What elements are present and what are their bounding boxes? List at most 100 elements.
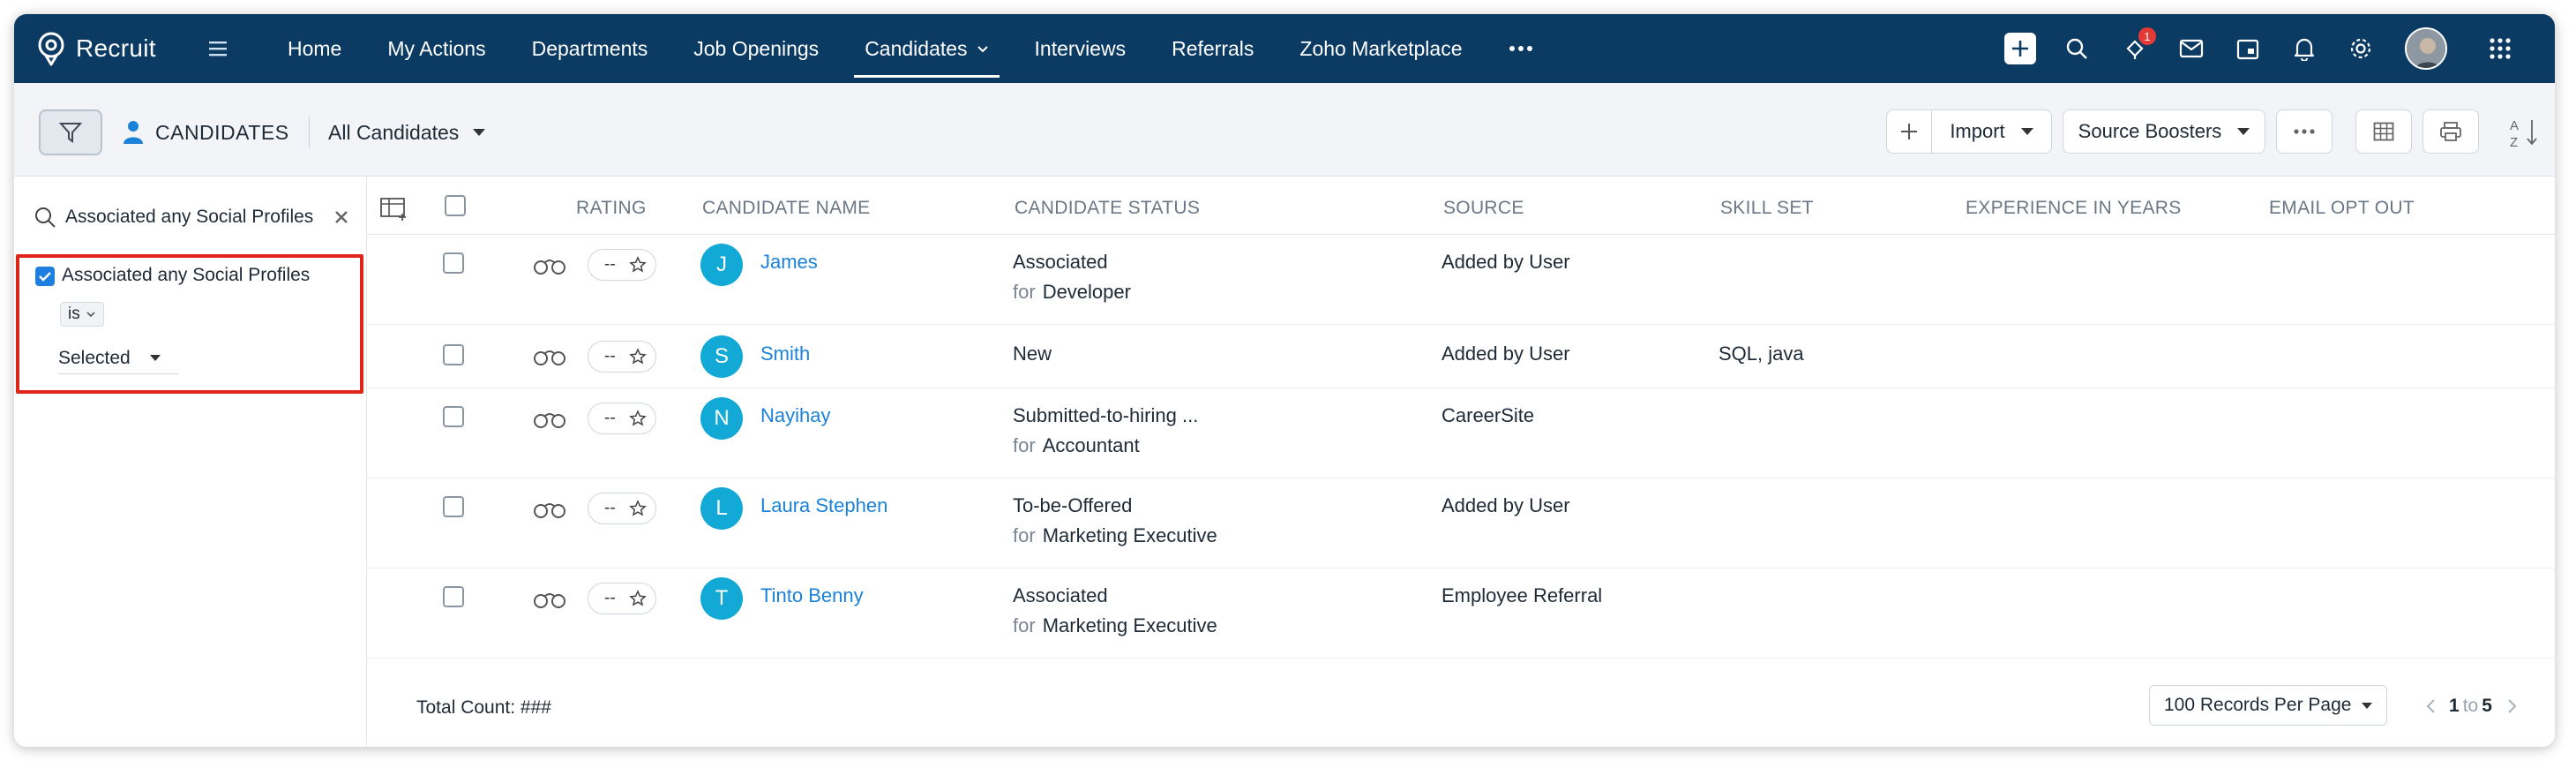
app-name: Recruit — [76, 34, 156, 62]
table-view-icon — [2373, 122, 2394, 141]
add-icon[interactable] — [2004, 33, 2036, 64]
calendar-icon[interactable] — [2232, 33, 2264, 64]
filter-icon — [58, 123, 83, 143]
job-opening-line: for Marketing Executive — [1013, 524, 1217, 547]
records-per-page-select[interactable]: 100 Records Per Page — [2149, 685, 2387, 726]
column-header-candidate-name[interactable]: CANDIDATE NAME — [702, 198, 871, 219]
more-icon — [2294, 129, 2315, 134]
caret-down-icon — [473, 129, 486, 136]
binoculars-icon[interactable] — [533, 500, 566, 519]
rating-value: -- — [604, 347, 616, 365]
filter-checkbox[interactable] — [35, 267, 55, 286]
nav-departments[interactable]: Departments — [509, 14, 671, 83]
candidate-name-link[interactable]: Nayihay — [760, 404, 830, 427]
import-button[interactable]: Import — [1932, 120, 2051, 143]
source-boosters-button[interactable]: Source Boosters — [2063, 109, 2265, 154]
table-view-button[interactable] — [2355, 109, 2412, 154]
rating-control[interactable]: -- — [588, 583, 656, 614]
table-header: RATING CANDIDATE NAME CANDIDATE STATUS S… — [367, 177, 2555, 235]
more-actions-button[interactable] — [2276, 109, 2333, 154]
mail-icon[interactable] — [2175, 33, 2207, 64]
column-header-candidate-status[interactable]: CANDIDATE STATUS — [1015, 198, 1200, 219]
star-icon — [629, 410, 647, 426]
nav-home[interactable]: Home — [265, 14, 364, 83]
column-header-email-opt-out[interactable]: EMAIL OPT OUT — [2269, 198, 2415, 219]
prev-icon[interactable] — [2422, 697, 2440, 715]
rating-value: -- — [604, 589, 616, 607]
menu-icon[interactable] — [206, 37, 229, 60]
column-header-skill-set[interactable]: SKILL SET — [1720, 198, 1814, 219]
row-checkbox[interactable] — [443, 496, 464, 517]
table-row[interactable]: -- N Nayihay Submitted-to-hiring ... for… — [367, 388, 2555, 478]
nav-zoho-marketplace[interactable]: Zoho Marketplace — [1277, 14, 1485, 83]
column-header-source[interactable]: SOURCE — [1443, 198, 1524, 219]
chevron-down-icon — [86, 312, 95, 318]
sort-button[interactable]: A Z — [2507, 115, 2541, 150]
candidate-name-link[interactable]: James — [760, 251, 818, 274]
candidate-status: Associated — [1013, 251, 1108, 273]
row-checkbox[interactable] — [443, 586, 464, 607]
caret-down-icon — [149, 355, 161, 361]
candidate-name-link[interactable]: Tinto Benny — [760, 584, 864, 607]
chevron-down-icon — [977, 46, 988, 53]
svg-text:Z: Z — [2510, 135, 2518, 150]
per-page-label: 100 Records Per Page — [2164, 695, 2352, 715]
page-to: 5 — [2482, 696, 2492, 716]
candidate-source: Added by User — [1442, 494, 1570, 516]
close-icon[interactable] — [333, 209, 349, 225]
rating-control[interactable]: -- — [588, 249, 656, 281]
row-checkbox[interactable] — [443, 344, 464, 365]
view-selector[interactable]: All Candidates — [328, 115, 486, 150]
search-icon[interactable] — [2061, 33, 2093, 64]
rating-control[interactable]: -- — [588, 403, 656, 434]
app-window: Recruit Home My Actions Departments Job … — [14, 14, 2555, 747]
column-settings-icon[interactable] — [379, 196, 409, 221]
table-row[interactable]: -- L Laura Stephen To-be-Offered for Mark… — [367, 478, 2555, 568]
nav-label: Candidates — [865, 36, 968, 60]
binoculars-icon[interactable] — [533, 590, 566, 609]
bell-icon[interactable] — [2288, 33, 2320, 64]
view-label: All Candidates — [328, 120, 460, 144]
rating-control[interactable]: -- — [588, 493, 656, 524]
candidate-name-link[interactable]: Smith — [760, 343, 810, 365]
row-checkbox[interactable] — [443, 252, 464, 274]
print-button[interactable] — [2422, 109, 2479, 154]
next-icon[interactable] — [2503, 697, 2520, 715]
binoculars-icon[interactable] — [533, 347, 566, 366]
filter-operator-select[interactable]: is — [60, 302, 104, 327]
gear-icon[interactable] — [2345, 33, 2377, 64]
select-all-checkbox[interactable] — [445, 195, 466, 216]
nav-job-openings[interactable]: Job Openings — [670, 14, 842, 83]
row-checkbox[interactable] — [443, 406, 464, 427]
import-split-button: Import — [1886, 109, 2052, 154]
rating-control[interactable]: -- — [588, 341, 656, 373]
avatar[interactable] — [2405, 27, 2447, 70]
table-row[interactable]: -- T Tinto Benny Associated for Marketing… — [367, 568, 2555, 659]
top-navigation: Recruit Home My Actions Departments Job … — [14, 14, 2555, 83]
filter-toggle-button[interactable] — [39, 109, 102, 155]
binoculars-icon[interactable] — [533, 410, 566, 429]
source-boosters-label: Source Boosters — [2078, 120, 2222, 142]
add-record-button[interactable] — [1887, 109, 1931, 154]
rating-value: -- — [604, 409, 616, 427]
notification-icon[interactable]: 1 — [2119, 27, 2156, 64]
star-icon — [629, 500, 647, 516]
table-row[interactable]: -- J James Associated for Developer Added… — [367, 235, 2555, 325]
filter-search-input[interactable] — [65, 207, 330, 228]
binoculars-icon[interactable] — [533, 256, 566, 275]
column-header-experience[interactable]: EXPERIENCE IN YEARS — [1966, 198, 2182, 219]
nav-candidates[interactable]: Candidates — [842, 14, 1011, 83]
nav-more[interactable] — [1486, 14, 1556, 83]
filter-value-select[interactable]: Selected — [58, 343, 178, 374]
candidate-source: Employee Referral — [1442, 584, 1603, 606]
brand[interactable]: Recruit — [35, 30, 156, 67]
table-row[interactable]: -- S Smith New Added by User SQL, java — [367, 325, 2555, 388]
apps-grid-icon[interactable] — [2484, 33, 2516, 64]
column-header-rating[interactable]: RATING — [576, 198, 647, 219]
nav-interviews[interactable]: Interviews — [1012, 14, 1149, 83]
operator-label: is — [68, 305, 80, 323]
candidate-name-link[interactable]: Laura Stephen — [760, 494, 887, 517]
plus-icon — [1901, 124, 1917, 139]
nav-my-actions[interactable]: My Actions — [364, 14, 508, 83]
nav-referrals[interactable]: Referrals — [1149, 14, 1277, 83]
